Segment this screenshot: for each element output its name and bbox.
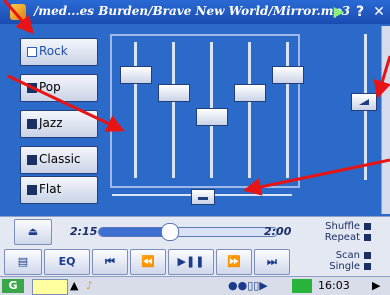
scan-indicator <box>364 252 371 259</box>
checkbox-icon <box>27 83 37 93</box>
preset-label: Classic <box>39 152 81 166</box>
eq-band-4-slider[interactable] <box>234 84 266 102</box>
signal-icon <box>292 279 312 293</box>
transport-panel: ⏏ 2:15 2:00 ▤ EQ ⏮ ⏪ ▶❚❚ ⏩ ⏭ Shuffle Rep… <box>0 216 390 277</box>
eq-band-1-slider[interactable] <box>120 66 152 84</box>
next-track-button[interactable]: ⏭ <box>254 249 290 275</box>
title-bar: /med...es Burden/Brave New World/Mirror.… <box>0 0 390 25</box>
mode-repeat[interactable]: Repeat <box>325 232 360 243</box>
checkbox-icon <box>27 119 37 129</box>
total-time: 2:00 <box>264 225 292 238</box>
app-icon <box>10 4 26 20</box>
close-button[interactable]: ✕ <box>370 2 388 22</box>
eq-button[interactable]: EQ <box>44 249 90 275</box>
preset-pop[interactable]: Pop <box>20 74 98 102</box>
progress-fill <box>99 228 171 236</box>
preset-label: Pop <box>39 80 61 94</box>
preset-label: Flat <box>39 182 62 196</box>
shuffle-indicator <box>364 223 371 230</box>
checkbox-icon <box>27 155 37 165</box>
taskbar: G ▲ ♪ ●●▯▯▶ 16:03 ▶ <box>0 276 390 295</box>
preset-classic[interactable]: Classic <box>20 146 98 174</box>
tray-icons[interactable]: ●●▯▯▶ <box>228 279 288 293</box>
help-button[interactable]: ? <box>351 2 369 22</box>
preset-label: Rock <box>39 44 68 58</box>
tray-expand-icon[interactable]: ▶ <box>372 279 384 293</box>
mode-single[interactable]: Single <box>329 261 360 272</box>
preset-flat[interactable]: Flat <box>20 176 98 204</box>
eq-track-1 <box>134 42 137 178</box>
eq-band-2-slider[interactable] <box>158 84 190 102</box>
eject-button[interactable]: ⏏ <box>14 219 52 245</box>
clock: 16:03 <box>318 279 350 292</box>
eq-band-5-slider[interactable] <box>272 66 304 84</box>
balance-slider[interactable] <box>191 189 215 205</box>
playlist-icon[interactable]: ▤ <box>4 249 42 275</box>
eq-track-2 <box>172 42 175 178</box>
equalizer-panel: Rock Pop Jazz Classic Flat <box>0 24 390 216</box>
previous-track-button[interactable]: ⏮ <box>92 249 128 275</box>
progress-handle[interactable] <box>161 223 180 241</box>
eq-track-5 <box>286 42 289 178</box>
repeat-indicator <box>364 234 371 241</box>
mode-scan[interactable]: Scan <box>336 250 360 261</box>
volume-slider[interactable] <box>351 92 377 111</box>
preset-jazz[interactable]: Jazz <box>20 110 98 138</box>
eq-band-3-slider[interactable] <box>196 108 228 126</box>
elapsed-time: 2:15 <box>70 225 98 238</box>
preset-label: Jazz <box>39 116 63 130</box>
eq-bands-box <box>110 34 304 188</box>
rewind-button[interactable]: ⏪ <box>130 249 166 275</box>
single-indicator <box>364 263 371 270</box>
window-title: /med...es Burden/Brave New World/Mirror.… <box>34 4 351 18</box>
keyboard-icon[interactable] <box>32 279 68 295</box>
play-icon[interactable]: ▶ <box>330 2 348 22</box>
checkbox-icon <box>27 185 37 195</box>
start-icon[interactable]: G <box>2 279 24 293</box>
fast-forward-button[interactable]: ⏩ <box>216 249 252 275</box>
eq-track-4 <box>248 42 251 178</box>
keyboard-toggle[interactable]: ▲ <box>70 279 84 293</box>
scrollbar[interactable] <box>381 26 390 214</box>
preset-rock[interactable]: Rock <box>20 38 98 66</box>
play-pause-button[interactable]: ▶❚❚ <box>168 249 214 275</box>
checkbox-icon <box>27 47 37 57</box>
media-icon[interactable]: ♪ <box>86 279 100 293</box>
mode-shuffle[interactable]: Shuffle <box>325 221 360 232</box>
